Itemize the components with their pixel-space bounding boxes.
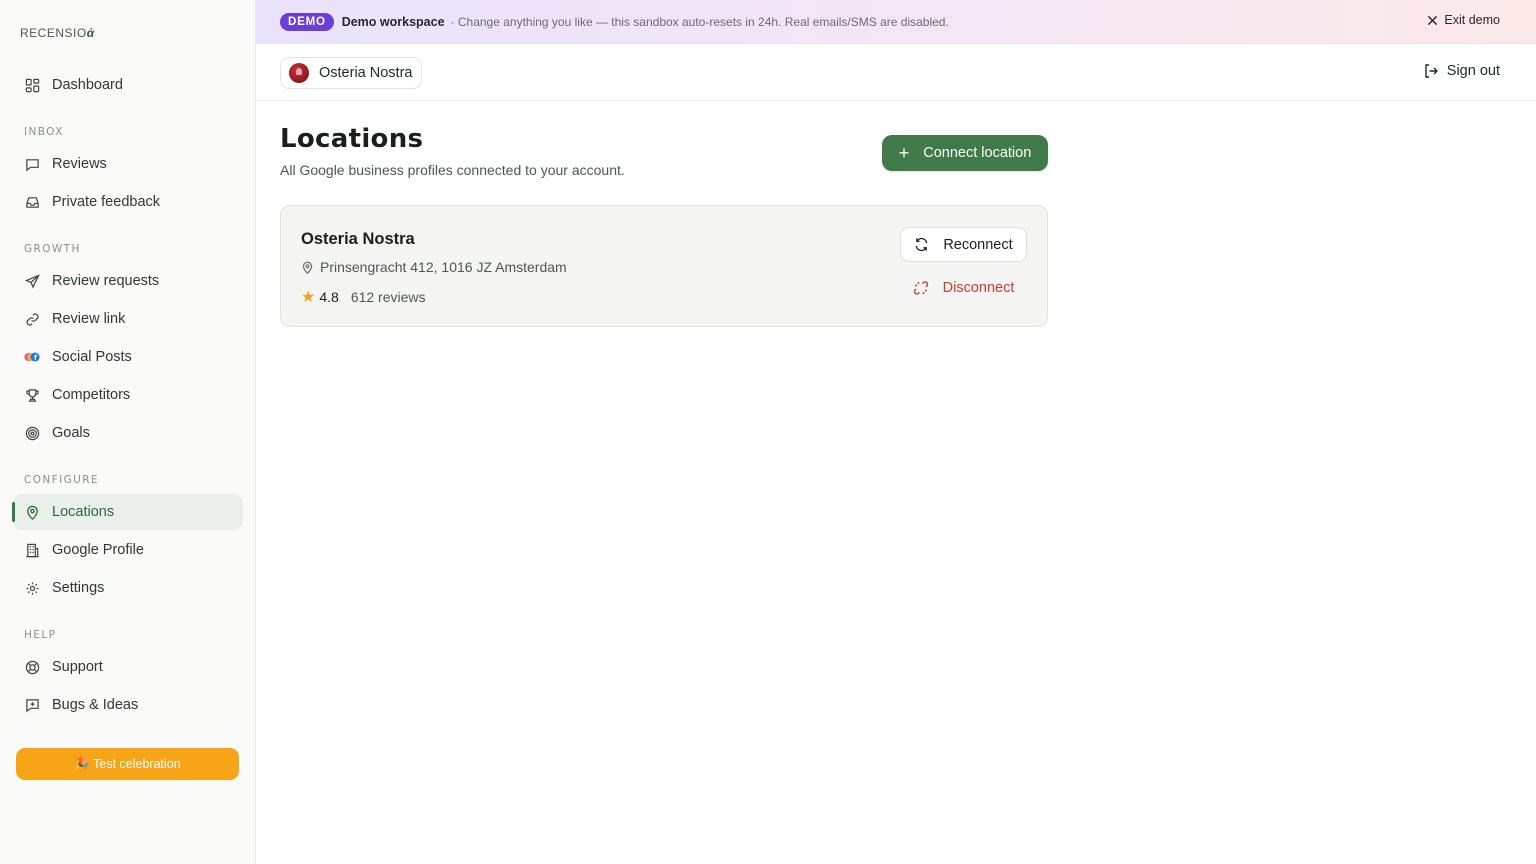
star-icon: ★ [301,289,316,306]
location-card: Osteria Nostra Prinsengracht 412, 1016 J… [280,205,1048,327]
location-address: Prinsengracht 412, 1016 JZ Amsterdam [301,259,567,275]
page-subtitle: All Google business profiles connected t… [280,162,625,178]
sidebar-item-private-feedback[interactable]: Private feedback [12,184,243,220]
inbox-icon [24,194,40,210]
connect-location-label: Connect location [923,145,1032,161]
location-name: Osteria Nostra [301,230,415,248]
sidebar-item-locations[interactable]: Locations [12,494,243,530]
unlink-icon [913,280,929,296]
sidebar-item-label: Bugs & Ideas [52,697,139,713]
demo-message: · Change anything you like — this sandbo… [450,14,949,29]
sidebar-item-support[interactable]: Support [12,649,243,685]
location-rating: ★ 4.8 612 reviews [301,287,426,307]
sidebar-item-google-profile[interactable]: Google Profile [12,532,243,568]
life-buoy-icon [24,659,40,675]
location-avatar [289,63,309,83]
sign-out-label: Sign out [1446,63,1500,79]
building-icon [24,542,40,558]
section-label-help: HELP [24,629,57,641]
section-label-inbox: INBOX [24,126,64,138]
sidebar-item-competitors[interactable]: Competitors [12,377,243,413]
dashboard-icon [24,77,40,93]
rating-score: 4.8 [319,289,339,305]
test-celebration-button[interactable]: 🎉 Test celebration [16,748,239,780]
location-address-text: Prinsengracht 412, 1016 JZ Amsterdam [320,259,567,275]
reconnect-label: Reconnect [943,236,1013,253]
sidebar-item-label: Social Posts [52,349,132,365]
sidebar-item-bugs-ideas[interactable]: Bugs & Ideas [12,687,243,723]
logo-text: RECENSIO [20,26,87,40]
sidebar-item-settings[interactable]: Settings [12,570,243,606]
review-count: 612 reviews [350,289,426,305]
sidebar-item-social-posts[interactable]: f Social Posts [12,339,243,375]
location-switcher-label: Osteria Nostra [319,65,413,81]
sidebar-item-label: Competitors [52,387,131,403]
location-switcher[interactable]: Osteria Nostra [280,57,423,89]
disconnect-button[interactable]: Disconnect [900,272,1027,304]
page-title: Locations [280,124,424,154]
logo-mark: ά [86,26,95,40]
target-icon [24,425,40,441]
demo-banner: DEMO Demo workspace · Change anything yo… [256,0,1536,44]
sidebar-item-dashboard[interactable]: Dashboard [12,67,243,103]
sign-out-button[interactable]: Sign out [1423,63,1500,79]
app-logo[interactable]: RECENSIOά [20,26,95,40]
sidebar-item-label: Settings [52,580,105,596]
close-icon [1427,15,1438,26]
sidebar-item-review-link[interactable]: Review link [12,301,243,337]
reconnect-button[interactable]: Reconnect [900,227,1027,262]
trophy-icon [24,387,40,403]
log-out-icon [1423,63,1439,79]
link-icon [24,311,40,327]
refresh-icon [914,237,929,252]
plus-icon: + [898,143,910,163]
sidebar-item-label: Review requests [52,273,160,289]
sidebar: RECENSIOά Dashboard INBOX Reviews Privat… [0,0,256,864]
sidebar-item-label: Support [52,659,103,675]
sidebar-item-goals[interactable]: Goals [12,415,243,451]
map-pin-icon [24,504,40,520]
map-pin-icon [301,261,314,274]
demo-title: Demo workspace [341,14,445,29]
social-platforms-icon: f [24,349,40,365]
exit-demo-label: Exit demo [1444,13,1500,27]
sidebar-item-label: Google Profile [52,542,144,558]
section-label-configure: CONFIGURE [24,474,99,486]
sidebar-item-label: Goals [52,425,90,441]
sidebar-item-label: Dashboard [52,77,123,93]
sidebar-item-label: Reviews [52,156,107,172]
sidebar-item-label: Locations [52,504,115,520]
message-plus-icon [24,697,40,713]
send-icon [24,273,40,289]
demo-badge: DEMO [280,12,334,31]
disconnect-label: Disconnect [942,280,1015,296]
message-square-icon [24,156,40,172]
connect-location-button[interactable]: + Connect location [882,135,1048,171]
top-bar: Osteria Nostra Sign out [256,45,1536,101]
sidebar-item-reviews[interactable]: Reviews [12,146,243,182]
sidebar-item-label: Private feedback [52,194,161,210]
gear-icon [24,580,40,596]
exit-demo-button[interactable]: Exit demo [1427,13,1500,27]
sidebar-item-review-requests[interactable]: Review requests [12,263,243,299]
section-label-growth: GROWTH [24,243,81,255]
sidebar-item-label: Review link [52,311,126,327]
